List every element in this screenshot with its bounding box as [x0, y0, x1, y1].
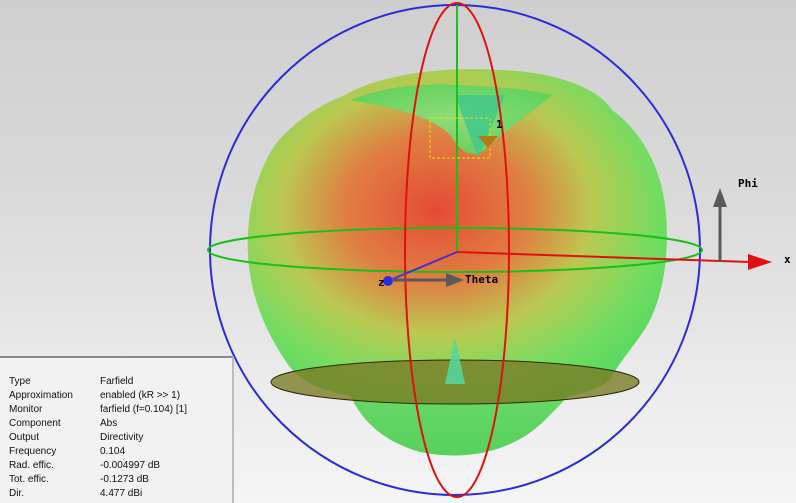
- info-key: Monitor: [9, 404, 43, 415]
- info-row-tot-effic: Tot. effic. -0.1273 dB: [9, 473, 232, 487]
- x-axis-label: x: [784, 253, 791, 266]
- info-value: 0.104: [100, 446, 126, 457]
- farfield-info-panel: Type Farfield Approximation enabled (kR >>…: [0, 356, 234, 503]
- info-key: Dir.: [9, 488, 24, 499]
- phi-label: Phi: [738, 177, 758, 190]
- info-row-monitor: Monitor farfield (f=0.104) [1]: [9, 403, 232, 417]
- info-key: Component: [9, 418, 61, 429]
- info-value: Directivity: [100, 432, 144, 443]
- info-key: Frequency: [9, 446, 57, 457]
- info-key: Approximation: [9, 390, 73, 401]
- info-value: Farfield: [100, 376, 134, 387]
- info-row-type: Type Farfield: [9, 375, 232, 389]
- info-value: 4.477 dBi: [100, 488, 143, 499]
- info-value: -0.004997 dB: [100, 460, 161, 471]
- info-row-approximation: Approximation enabled (kR >> 1): [9, 389, 232, 403]
- info-row-frequency: Frequency 0.104: [9, 445, 232, 459]
- info-key: Type: [9, 376, 31, 387]
- info-key: Tot. effic.: [9, 474, 49, 485]
- info-row-rad-effic: Rad. effic. -0.004997 dB: [9, 459, 232, 473]
- info-value: farfield (f=0.104) [1]: [100, 404, 187, 415]
- info-row-output: Output Directivity: [9, 431, 232, 445]
- info-key: Output: [9, 432, 40, 443]
- info-row-dir: Dir. 4.477 dBi: [9, 487, 232, 501]
- info-key: Rad. effic.: [9, 460, 54, 471]
- info-value: -0.1273 dB: [100, 474, 149, 485]
- x-axis-arrowhead: [748, 254, 772, 270]
- theta-label: Theta: [465, 273, 498, 286]
- info-value: Abs: [100, 418, 118, 429]
- info-value: enabled (kR >> 1): [100, 390, 181, 401]
- info-row-component: Component Abs: [9, 417, 232, 431]
- farfield-3d-viewport[interactable]: x z Theta Phi 1 Type Farfield Approximati…: [0, 0, 796, 503]
- phi-vector-arrowhead: [713, 188, 727, 207]
- port-number-label: 1: [496, 118, 503, 131]
- z-axis-label: z: [378, 276, 385, 289]
